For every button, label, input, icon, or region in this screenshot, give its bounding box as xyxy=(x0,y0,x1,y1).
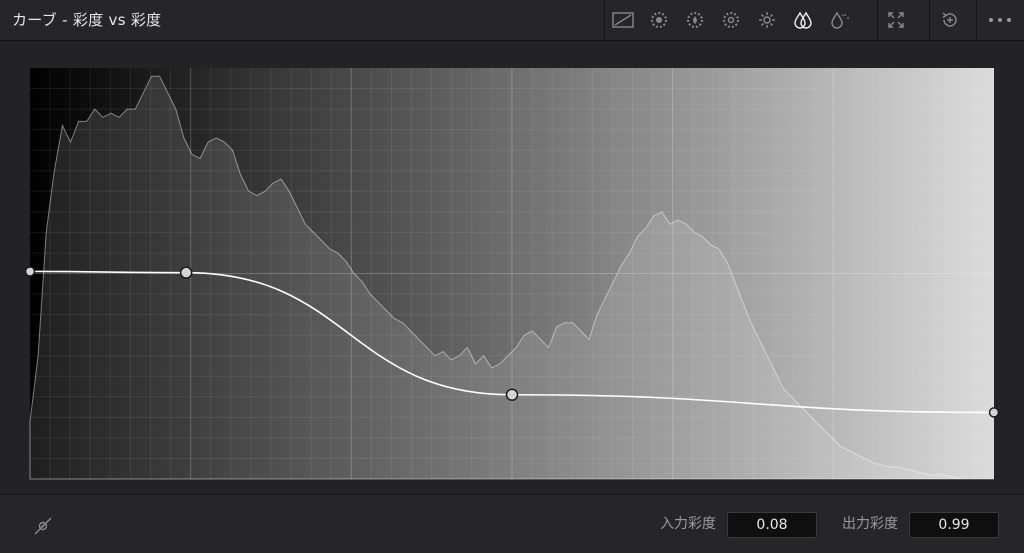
more-options-icon xyxy=(989,18,1011,22)
eyedropper-icon xyxy=(34,517,52,535)
input-saturation-field[interactable]: 0.08 xyxy=(727,512,817,538)
curve-control-point[interactable] xyxy=(24,266,36,277)
curves-panel: カーブ - 彩度 vs 彩度 入力彩度 0.08 出力彩度 0.99 xyxy=(0,0,1024,553)
sat-vs-lum-icon xyxy=(831,11,849,29)
more-options-button[interactable] xyxy=(977,0,1023,40)
sat-vs-sat-icon xyxy=(794,11,812,29)
reset-button[interactable] xyxy=(930,0,970,40)
hue-vs-lum-button[interactable] xyxy=(713,0,749,40)
sat-vs-lum-button[interactable] xyxy=(821,0,857,40)
output-saturation-field[interactable]: 0.99 xyxy=(909,512,999,538)
curve-graph[interactable] xyxy=(0,41,1024,494)
sat-vs-sat-button[interactable] xyxy=(785,0,821,40)
curve-mode-toolbar xyxy=(604,0,857,40)
curve-custom-icon xyxy=(612,12,634,28)
eyedropper-button[interactable] xyxy=(32,515,54,537)
expand-button[interactable] xyxy=(878,0,914,40)
output-saturation-label: 出力彩度 xyxy=(842,516,898,532)
reset-icon xyxy=(942,12,957,27)
expand-icon xyxy=(888,12,904,28)
reset-group xyxy=(929,0,970,40)
lum-vs-sat-icon xyxy=(759,12,775,28)
curve-control-point[interactable] xyxy=(505,388,519,401)
curve-graph-area xyxy=(0,41,1024,494)
input-saturation-label: 入力彩度 xyxy=(660,516,716,532)
curve-control-point[interactable] xyxy=(179,266,193,279)
hue-vs-sat-icon xyxy=(687,12,703,28)
title-bar: カーブ - 彩度 vs 彩度 xyxy=(0,0,1024,41)
curve-custom-button[interactable] xyxy=(605,0,641,40)
hue-vs-hue-button[interactable] xyxy=(641,0,677,40)
expand-group xyxy=(877,0,914,40)
bottom-bar: 入力彩度 0.08 出力彩度 0.99 xyxy=(0,494,1024,553)
hue-vs-lum-icon xyxy=(723,12,739,28)
hue-vs-hue-icon xyxy=(651,12,667,28)
curve-control-point[interactable] xyxy=(988,407,1000,418)
hue-vs-sat-button[interactable] xyxy=(677,0,713,40)
lum-vs-sat-button[interactable] xyxy=(749,0,785,40)
panel-title: カーブ - 彩度 vs 彩度 xyxy=(12,11,162,29)
more-group xyxy=(976,0,1023,40)
